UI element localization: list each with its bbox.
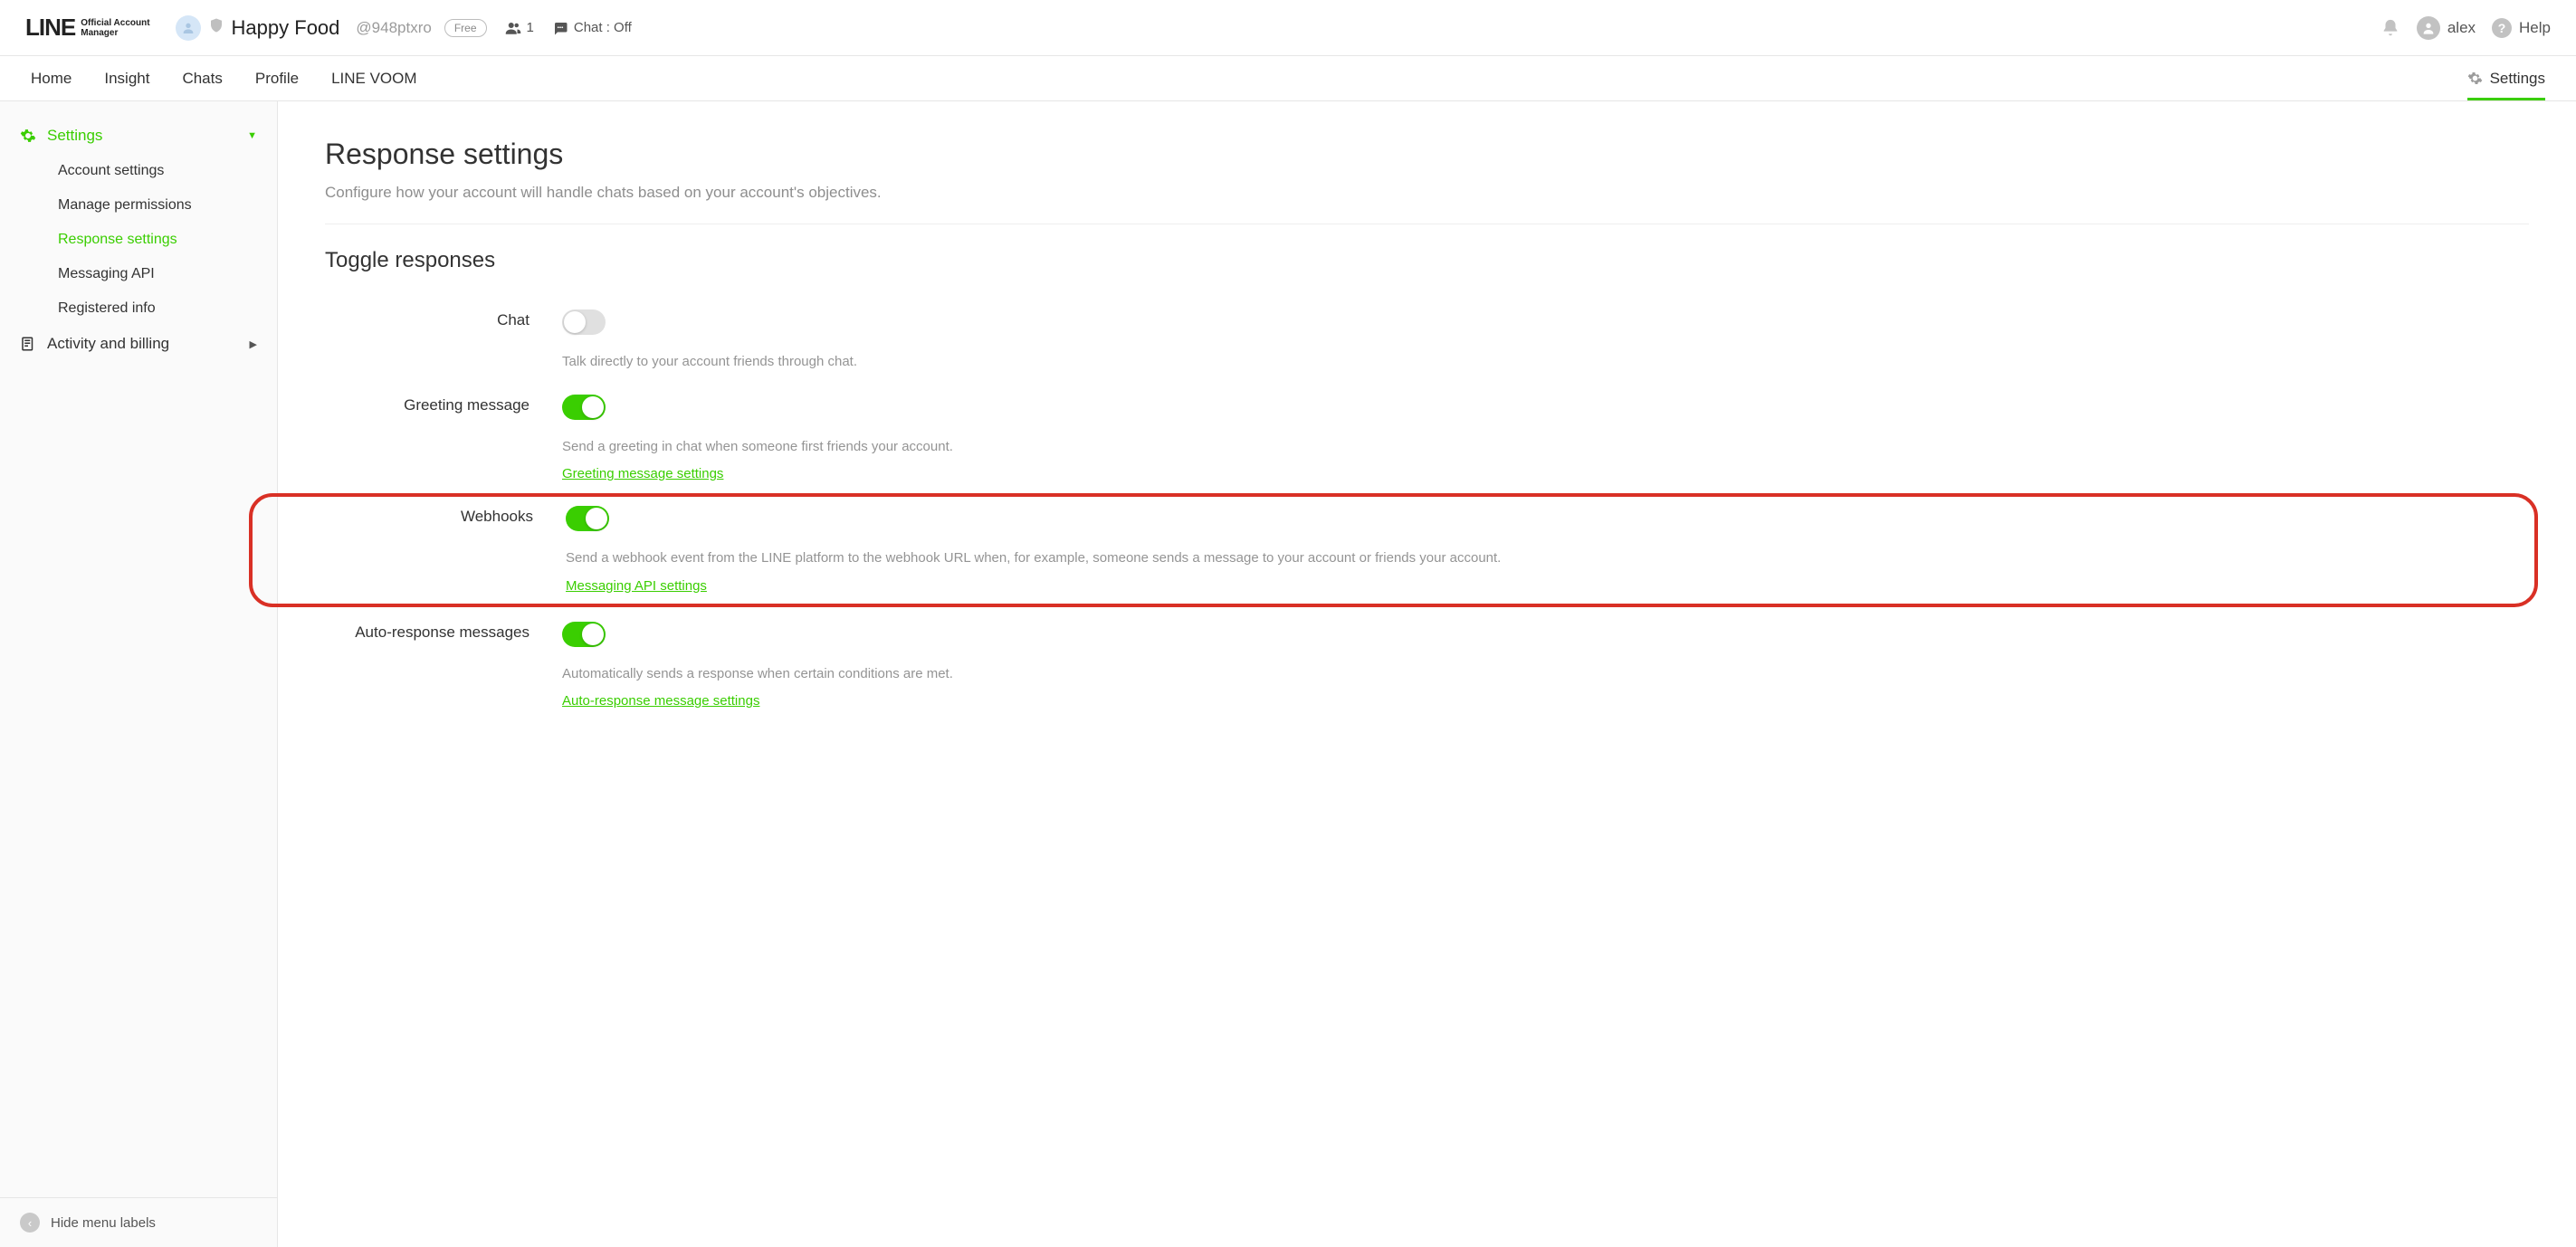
page-title: Response settings: [325, 138, 2529, 171]
nav-chats[interactable]: Chats: [182, 70, 222, 88]
link-greeting-settings[interactable]: Greeting message settings: [562, 466, 723, 481]
setting-auto-response-label: Auto-response messages: [325, 622, 562, 710]
chat-icon: [552, 20, 568, 36]
setting-webhooks: Webhooks Send a webhook event from the L…: [258, 506, 2522, 595]
user-avatar-icon: [2417, 16, 2440, 40]
setting-chat: Chat Talk directly to your account frien…: [325, 295, 2529, 380]
help-icon: ?: [2492, 18, 2512, 38]
sidebar-item-registered-info[interactable]: Registered info: [0, 291, 277, 326]
user-icon: [181, 21, 196, 35]
setting-webhooks-desc: Send a webhook event from the LINE platf…: [566, 548, 2522, 569]
highlight-webhooks: Webhooks Send a webhook event from the L…: [249, 493, 2538, 607]
sidebar-item-response-settings[interactable]: Response settings: [0, 223, 277, 257]
toggle-webhooks[interactable]: [566, 506, 609, 531]
setting-greeting-label: Greeting message: [325, 395, 562, 483]
nav-settings[interactable]: Settings: [2467, 56, 2545, 100]
toggle-auto-response[interactable]: [562, 622, 606, 647]
friends-icon: [505, 20, 521, 36]
nav: Home Insight Chats Profile LINE VOOM Set…: [0, 56, 2576, 101]
setting-chat-label: Chat: [325, 309, 562, 373]
sidebar-group-activity[interactable]: Activity and billing ▶: [0, 326, 277, 362]
user-menu[interactable]: alex: [2417, 16, 2476, 40]
chevron-right-icon: ▶: [250, 338, 257, 350]
chevron-down-icon: ▼: [247, 130, 257, 141]
content: Response settings Configure how your acc…: [278, 101, 2576, 1247]
link-auto-response-settings[interactable]: Auto-response message settings: [562, 693, 759, 709]
page-desc: Configure how your account will handle c…: [325, 184, 2529, 224]
gear-icon: [2467, 71, 2483, 86]
notification-icon[interactable]: [2380, 18, 2400, 38]
header: LINE Official Account Manager Happy Food…: [0, 0, 2576, 56]
logo-text: LINE: [25, 14, 75, 42]
gear-icon: [20, 128, 36, 144]
account-id: @948ptxro: [356, 19, 431, 37]
setting-auto-response-desc: Automatically sends a response when cert…: [562, 664, 2529, 685]
collapse-icon: ‹: [20, 1213, 40, 1233]
toggle-greeting[interactable]: [562, 395, 606, 420]
sidebar-group-settings[interactable]: Settings ▼: [0, 118, 277, 154]
sidebar: Settings ▼ Account settings Manage permi…: [0, 101, 278, 1247]
shield-icon: [208, 17, 224, 38]
chat-status[interactable]: Chat : Off: [552, 20, 632, 36]
sidebar-item-account-settings[interactable]: Account settings: [0, 154, 277, 188]
billing-icon: [20, 336, 36, 352]
link-messaging-api-settings[interactable]: Messaging API settings: [566, 578, 707, 594]
help-menu[interactable]: ? Help: [2492, 18, 2551, 38]
setting-greeting-desc: Send a greeting in chat when someone fir…: [562, 437, 2529, 458]
setting-greeting: Greeting message Send a greeting in chat…: [325, 380, 2529, 490]
hide-labels-button[interactable]: ‹ Hide menu labels: [0, 1197, 277, 1247]
sidebar-item-messaging-api[interactable]: Messaging API: [0, 257, 277, 291]
sidebar-item-manage-permissions[interactable]: Manage permissions: [0, 188, 277, 223]
section-title: Toggle responses: [325, 248, 2529, 273]
nav-insight[interactable]: Insight: [104, 70, 149, 88]
nav-voom[interactable]: LINE VOOM: [331, 70, 416, 88]
plan-badge: Free: [444, 19, 487, 37]
setting-chat-desc: Talk directly to your account friends th…: [562, 352, 2529, 373]
account-name[interactable]: Happy Food: [232, 16, 340, 40]
toggle-chat[interactable]: [562, 309, 606, 335]
setting-webhooks-label: Webhooks: [258, 506, 566, 595]
setting-auto-response: Auto-response messages Automatically sen…: [325, 607, 2529, 718]
friends-stat[interactable]: 1: [505, 20, 534, 36]
nav-home[interactable]: Home: [31, 70, 72, 88]
account-avatar[interactable]: [176, 15, 201, 41]
nav-profile[interactable]: Profile: [255, 70, 299, 88]
logo[interactable]: LINE Official Account Manager: [25, 14, 150, 42]
